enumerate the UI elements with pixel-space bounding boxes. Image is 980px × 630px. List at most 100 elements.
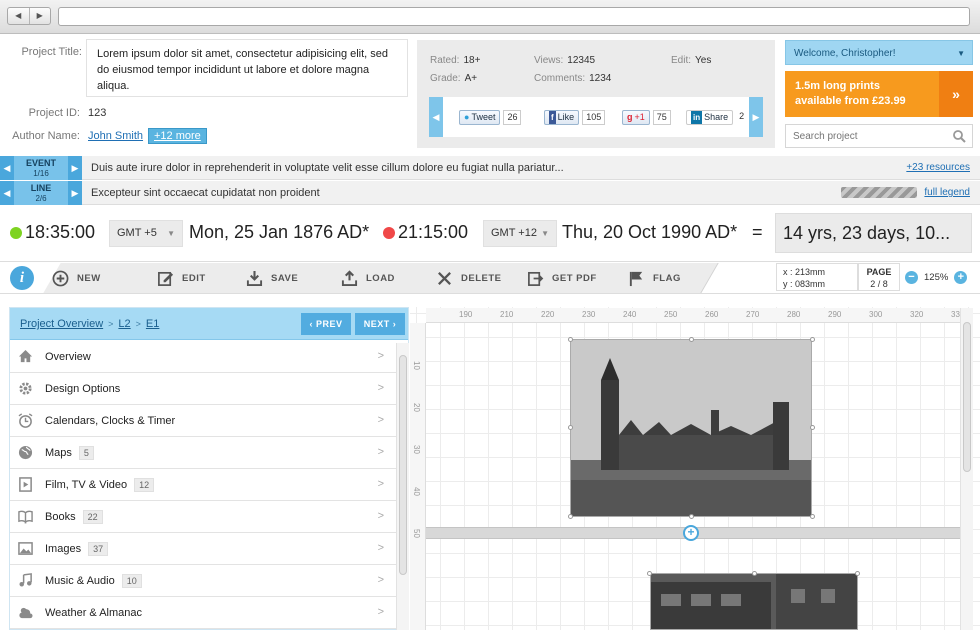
resize-handle[interactable] xyxy=(689,337,694,342)
more-authors-button[interactable]: +12 more xyxy=(148,128,207,144)
chevron-right-icon: > xyxy=(377,542,384,554)
list-item[interactable]: Overview > xyxy=(10,341,396,373)
event-next-arrow-icon[interactable]: ▶ xyxy=(68,156,82,180)
line-label: LINE xyxy=(30,183,52,193)
address-bar[interactable] xyxy=(58,7,970,26)
start-timezone-select[interactable]: GMT +5 ▼ xyxy=(109,220,183,247)
next-button[interactable]: NEXT › xyxy=(355,313,405,335)
stats-panel: Rated: 18+ Views: 12345 Edit: Yes Grade: A+ … xyxy=(417,40,775,148)
resize-handle[interactable] xyxy=(855,571,860,576)
list-item-label: Maps xyxy=(45,446,72,459)
photo-westminster[interactable] xyxy=(570,339,812,517)
delete-label: DELETE xyxy=(461,272,502,284)
resize-handle[interactable] xyxy=(647,571,652,576)
list-item[interactable]: Film, TV & Video 12 > xyxy=(10,469,396,501)
ruler-tick-label: 230 xyxy=(582,310,596,319)
zoom-out-icon[interactable]: − xyxy=(905,270,918,284)
resize-handle[interactable] xyxy=(810,337,815,342)
delete-button[interactable]: DELETE xyxy=(436,263,501,293)
edit-button[interactable]: EDIT xyxy=(157,263,206,293)
canvas-scrollbar[interactable] xyxy=(960,308,973,630)
breadcrumb-project-overview[interactable]: Project Overview xyxy=(20,318,103,330)
print-promo-banner[interactable]: 1.5m long prints available from £23.99 » xyxy=(785,71,973,117)
edit-label: EDIT xyxy=(182,272,206,284)
chevron-down-icon: ▼ xyxy=(167,229,175,238)
photo-street[interactable] xyxy=(650,573,858,630)
start-date[interactable]: Mon, 25 Jan 1876 AD* xyxy=(189,222,369,243)
horizontal-ruler: 190 210 220 230 240 250 260 270 280 290 300 320 33 xyxy=(426,308,960,323)
author-link[interactable]: John Smith xyxy=(88,130,143,142)
list-item[interactable]: Calendars, Clocks & Timer > xyxy=(10,405,396,437)
user-menu[interactable]: Welcome, Christopher! ▼ xyxy=(785,40,973,65)
download-icon xyxy=(246,270,263,286)
chevron-right-icon: > xyxy=(377,478,384,490)
rated-stat: Rated: 18+ xyxy=(430,55,480,66)
list-item[interactable]: Images 37 > xyxy=(10,533,396,565)
like-count: 105 xyxy=(582,109,606,125)
resize-handle[interactable] xyxy=(689,514,694,519)
full-legend-link[interactable]: full legend xyxy=(924,187,970,198)
linkedin-count: 2 xyxy=(736,109,748,125)
promo-line1: 1.5m long prints xyxy=(795,80,880,92)
history-buttons: ◀ ▶ xyxy=(7,7,51,25)
search-input[interactable] xyxy=(786,125,936,147)
ruler-tick-label: 250 xyxy=(664,310,678,319)
get-pdf-button[interactable]: GET PDF xyxy=(527,263,597,293)
breadcrumb-l2[interactable]: L2 xyxy=(118,318,130,330)
event-description: Duis aute irure dolor in reprehenderit i… xyxy=(91,162,564,174)
linkedin-share[interactable]: in Share 2 xyxy=(686,109,748,125)
search-icon[interactable] xyxy=(952,129,966,143)
start-timezone-value: GMT +5 xyxy=(117,227,157,239)
page-indicator[interactable]: PAGE 2 / 8 xyxy=(858,263,900,291)
line-next-arrow-icon[interactable]: ▶ xyxy=(68,181,82,205)
chevron-down-icon: ▼ xyxy=(957,49,965,58)
forward-arrow-icon[interactable]: ▶ xyxy=(30,8,51,24)
list-item[interactable]: Weather & Almanac > xyxy=(10,597,396,629)
flag-button[interactable]: FLAG xyxy=(628,263,681,293)
end-timezone-select[interactable]: GMT +12 ▼ xyxy=(483,220,557,247)
resize-handle[interactable] xyxy=(568,425,573,430)
resize-handle[interactable] xyxy=(810,514,815,519)
event-row: ◀ EVENT 1/16 ▶ Duis aute irure dolor in … xyxy=(0,156,980,180)
coord-x: x : 213mm xyxy=(783,267,826,277)
list-scrollbar[interactable] xyxy=(396,343,409,630)
back-arrow-icon[interactable]: ◀ xyxy=(8,8,30,24)
list-item-label: Overview xyxy=(45,350,91,363)
line-position: 2/6 xyxy=(35,194,47,203)
event-prev-arrow-icon[interactable]: ◀ xyxy=(0,156,14,180)
resize-handle[interactable] xyxy=(568,337,573,342)
end-date[interactable]: Thu, 20 Oct 1990 AD* xyxy=(562,222,737,243)
zoom-in-icon[interactable]: + xyxy=(954,270,968,284)
resize-handle[interactable] xyxy=(810,425,815,430)
list-item[interactable]: Design Options > xyxy=(10,373,396,405)
scrollbar-thumb[interactable] xyxy=(399,355,407,575)
list-item[interactable]: Maps 5 > xyxy=(10,437,396,469)
prev-button[interactable]: ‹ PREV xyxy=(301,313,351,335)
share-next-arrow-icon[interactable]: ▶ xyxy=(749,97,763,137)
upload-icon xyxy=(341,269,358,286)
line-prev-arrow-icon[interactable]: ◀ xyxy=(0,181,14,205)
grade-value: A+ xyxy=(464,73,478,84)
ruler-tick-label: 190 xyxy=(459,310,473,319)
start-time[interactable]: 18:35:00 xyxy=(25,222,95,243)
add-page-plus-icon[interactable]: + xyxy=(683,525,699,541)
google-plus-one[interactable]: g +1 75 xyxy=(622,109,671,125)
share-prev-arrow-icon[interactable]: ◀ xyxy=(429,97,443,137)
resources-link[interactable]: +23 resources xyxy=(906,162,970,173)
save-button[interactable]: SAVE xyxy=(246,263,298,293)
end-time[interactable]: 21:15:00 xyxy=(398,222,468,243)
views-label: Views: xyxy=(534,55,564,66)
load-button[interactable]: LOAD xyxy=(341,263,395,293)
new-button[interactable]: NEW xyxy=(52,263,101,293)
resize-handle[interactable] xyxy=(568,514,573,519)
info-icon[interactable]: i xyxy=(10,266,34,290)
list-item[interactable]: Music & Audio 10 > xyxy=(10,565,396,597)
breadcrumb-e1[interactable]: E1 xyxy=(146,318,159,330)
resize-handle[interactable] xyxy=(752,571,757,576)
scrollbar-thumb[interactable] xyxy=(963,322,971,472)
project-title-value[interactable]: Lorem ipsum dolor sit amet, consectetur … xyxy=(86,39,408,97)
start-status-dot xyxy=(10,227,22,239)
list-item[interactable]: Books 22 > xyxy=(10,501,396,533)
facebook-like[interactable]: f Like 105 xyxy=(544,109,606,125)
tweet-share[interactable]: ● Tweet 26 xyxy=(459,109,522,125)
